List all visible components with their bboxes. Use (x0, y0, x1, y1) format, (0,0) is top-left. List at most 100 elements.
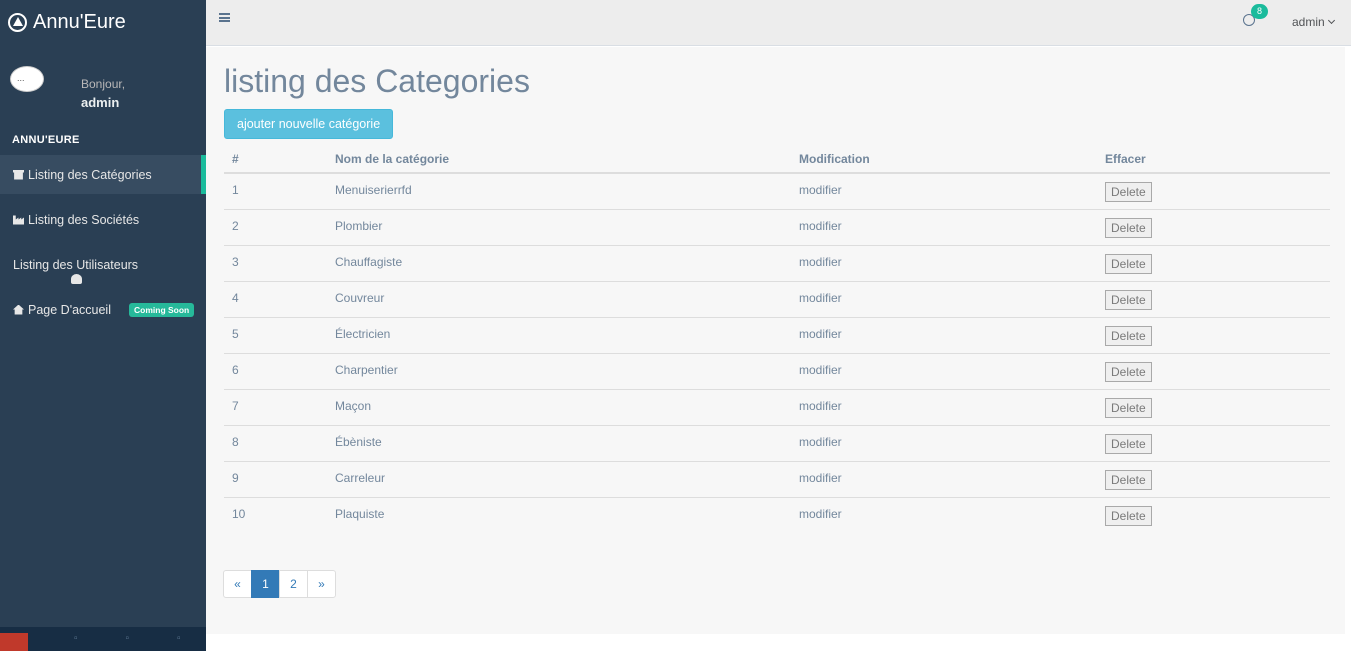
menu-section-title: ANNU'EURE (12, 134, 80, 146)
table-row: 10 Plaquiste modifier Delete (224, 496, 1330, 533)
table-row: 6 Charpentier modifier Delete (224, 352, 1330, 389)
column-header-effacer: Effacer (1097, 145, 1330, 174)
delete-button[interactable]: Delete (1105, 217, 1152, 238)
cell-id: 1 (232, 183, 239, 197)
modify-link[interactable]: modifier (791, 244, 1097, 281)
brand-name: Annu'Eure (33, 10, 126, 33)
app-store-icon (8, 12, 27, 32)
brand[interactable]: Annu'Eure (0, 0, 206, 44)
modify-link[interactable]: modifier (791, 460, 1097, 497)
profile-username: admin (81, 95, 120, 110)
delete-button[interactable]: Delete (1105, 433, 1152, 454)
bars-icon[interactable] (219, 13, 230, 22)
sidebar-item-accueil[interactable]: Page D'accueil Coming Soon (0, 290, 206, 329)
cell-name: Charpentier (327, 352, 791, 389)
modify-link[interactable]: modifier (791, 316, 1097, 353)
archive-icon (13, 169, 24, 180)
table-row: 4 Couvreur modifier Delete (224, 280, 1330, 317)
sidebar-footer: ▫ ▫ ▫ (0, 627, 206, 651)
lock-icon[interactable]: ▫ (102, 627, 154, 651)
modify-link[interactable]: modifier (791, 352, 1097, 389)
table-row: 7 Maçon modifier Delete (224, 388, 1330, 425)
cell-id: 4 (224, 280, 327, 317)
table-row: 9 Carreleur modifier Delete (224, 460, 1330, 497)
cell-name: Plombier (327, 208, 791, 245)
cell-name: Couvreur (327, 280, 791, 317)
sidebar-item-utilisateurs[interactable]: Listing des Utilisateurs (0, 245, 206, 284)
delete-button[interactable]: Delete (1105, 469, 1152, 490)
sidebar-item-categories[interactable]: Listing des Catégories (0, 155, 206, 194)
pagination: « 1 2 » (223, 570, 336, 598)
column-header-name: Nom de la catégorie (327, 145, 791, 174)
add-category-button[interactable]: ajouter nouvelle catégorie (224, 109, 394, 139)
categories-table: # Nom de la catégorie Modification Effac… (224, 145, 1330, 533)
table-body: 1 Menuiserierrfd modifier Delete 2 Plombier mo… (224, 173, 1330, 533)
scrollbar[interactable] (1345, 47, 1351, 651)
delete-cell: Delete (1097, 316, 1330, 353)
cell-name: Ébèniste (327, 424, 791, 461)
delete-button[interactable]: Delete (1105, 182, 1152, 202)
avatar: ... (10, 66, 44, 92)
delete-button[interactable]: Delete (1105, 397, 1152, 418)
pagination-next[interactable]: » (307, 570, 336, 598)
modify-link[interactable]: modifier (791, 424, 1097, 461)
user-dropdown-label: admin (1292, 15, 1325, 29)
table-row: 2 Plombier modifier Delete (224, 208, 1330, 245)
top-navbar: 8 admin (206, 0, 1351, 46)
cell-name: Menuiserierrfd (335, 183, 412, 197)
delete-cell: Delete (1097, 173, 1330, 209)
modify-link[interactable]: modifier (791, 280, 1097, 317)
sidebar-item-label: Page D'accueil (28, 302, 111, 317)
cell-id: 3 (224, 244, 327, 281)
delete-button[interactable]: Delete (1105, 253, 1152, 274)
user-dropdown[interactable]: admin (1292, 15, 1335, 29)
notification-count-badge: 8 (1251, 4, 1268, 19)
sidebar-item-label: Listing des Sociétés (28, 212, 140, 227)
sidebar: Annu'Eure ... Bonjour, admin ANNU'EURE L… (0, 0, 206, 651)
settings-icon[interactable] (0, 633, 28, 651)
logout-icon[interactable]: ▫ (153, 627, 205, 651)
pagination-page-2[interactable]: 2 (279, 570, 308, 598)
cell-name: Chauffagiste (327, 244, 791, 281)
sidebar-item-label: Listing des Catégories (28, 167, 152, 182)
delete-button[interactable]: Delete (1105, 289, 1152, 310)
cell-id: 7 (224, 388, 327, 425)
table-row: 3 Chauffagiste modifier Delete (224, 244, 1330, 281)
page-title: listing des Categories (224, 63, 530, 99)
delete-button[interactable]: Delete (1105, 325, 1152, 346)
delete-cell: Delete (1097, 244, 1330, 281)
coming-soon-badge: Coming Soon (129, 302, 195, 317)
delete-cell: Delete (1097, 460, 1330, 497)
sidebar-item-label: Listing des Utilisateurs (13, 257, 139, 272)
sidebar-item-societes[interactable]: Listing des Sociétés (0, 200, 206, 239)
greeting: Bonjour, (81, 77, 126, 91)
sidebar-menu: Listing des Catégories Listing des Socié… (0, 155, 206, 335)
modify-link[interactable]: modifier (791, 208, 1097, 245)
column-header-id: # (224, 145, 327, 174)
cell-id: 6 (224, 352, 327, 389)
modify-link[interactable]: modifier (791, 496, 1097, 533)
pagination-page-1[interactable]: 1 (251, 570, 280, 598)
cell-name: Électricien (327, 316, 791, 353)
table-row: 5 Électricien modifier Delete (224, 316, 1330, 353)
delete-button[interactable]: Delete (1105, 505, 1152, 526)
delete-cell: Delete (1097, 496, 1330, 533)
delete-button[interactable]: Delete (1105, 361, 1152, 382)
table-row: 8 Ébèniste modifier Delete (224, 424, 1330, 461)
table-row: 1 Menuiserierrfd modifier Delete (224, 173, 1330, 209)
pagination-prev[interactable]: « (223, 570, 252, 598)
industry-icon (13, 215, 24, 225)
modify-link[interactable]: modifier (791, 173, 1097, 209)
cell-name: Maçon (327, 388, 791, 425)
cell-name: Carreleur (327, 460, 791, 497)
cell-id: 9 (224, 460, 327, 497)
delete-cell: Delete (1097, 280, 1330, 317)
cell-name: Plaquiste (327, 496, 791, 533)
profile: ... Bonjour, admin (10, 66, 200, 116)
delete-cell: Delete (1097, 352, 1330, 389)
cell-id: 10 (224, 496, 327, 533)
modify-link[interactable]: modifier (791, 388, 1097, 425)
table-header-row: # Nom de la catégorie Modification Effac… (224, 145, 1330, 174)
delete-cell: Delete (1097, 388, 1330, 425)
fullscreen-icon[interactable]: ▫ (50, 627, 102, 651)
